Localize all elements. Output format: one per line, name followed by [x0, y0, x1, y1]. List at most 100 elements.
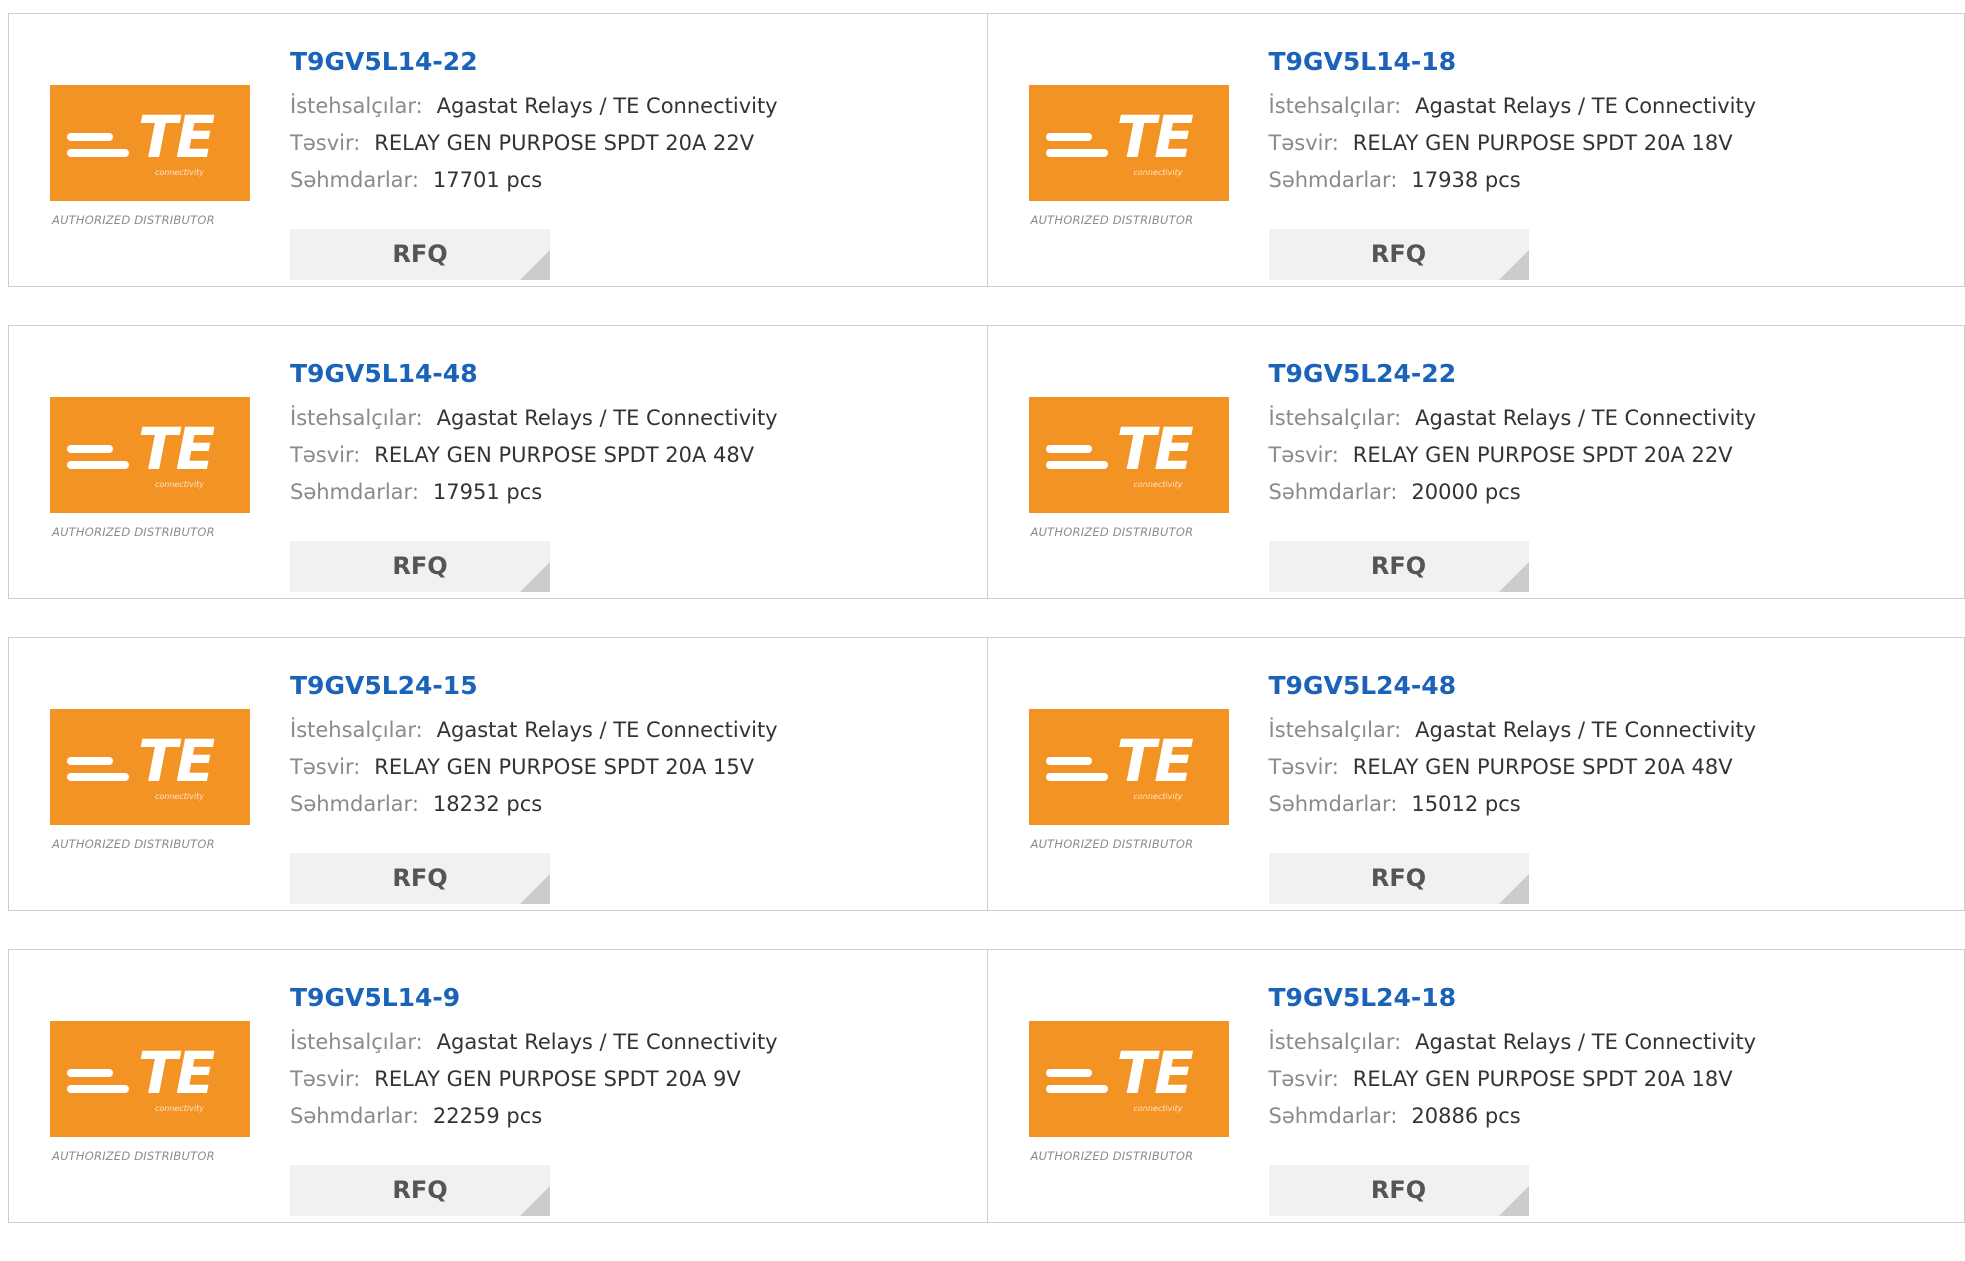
rfq-button[interactable]: RFQ: [290, 229, 550, 280]
part-number-link[interactable]: T9GV5L24-18: [1269, 982, 1757, 1014]
manufacturer-value: Agastat Relays / TE Connectivity: [436, 406, 778, 430]
manufacturer-label: İstehsalçılar:: [290, 718, 423, 742]
manufacturer-line: İstehsalçılar: Agastat Relays / TE Connec…: [1269, 88, 1757, 125]
product-card: TE connectivity AUTHORIZED DISTRIBUTOR T…: [9, 950, 987, 1222]
product-info: T9GV5L24-15 İstehsalçılar: Agastat Relays…: [290, 670, 778, 904]
part-number-link[interactable]: T9GV5L24-15: [290, 670, 778, 702]
stock-value: 18232 pcs: [432, 792, 543, 816]
te-logo: TE connectivity AUTHORIZED DISTRIBUTOR: [50, 85, 250, 232]
rfq-button[interactable]: RFQ: [1268, 853, 1529, 904]
part-number-link[interactable]: T9GV5L14-9: [290, 982, 778, 1014]
corner-triangle-icon: [1498, 874, 1529, 904]
te-logo: TE connectivity AUTHORIZED DISTRIBUTOR: [1028, 397, 1229, 544]
product-info: T9GV5L14-48 İstehsalçılar: Agastat Relays…: [290, 358, 778, 592]
stock-label: Səhmdarlar:: [1268, 168, 1398, 192]
stock-label: Səhmdarlar:: [1268, 792, 1398, 816]
logo-badge: TE connectivity: [1028, 85, 1229, 201]
corner-triangle-icon: [520, 562, 550, 592]
manufacturer-label: İstehsalçılar:: [290, 406, 423, 430]
stock-label: Səhmdarlar:: [290, 792, 419, 816]
stock-value: 20886 pcs: [1411, 1104, 1521, 1128]
logo-subtext: connectivity: [1133, 792, 1183, 801]
rfq-button[interactable]: RFQ: [1268, 1165, 1529, 1216]
product-info: T9GV5L14-18 İstehsalçılar: Agastat Relays…: [1268, 46, 1757, 280]
logo-subtext: connectivity: [1133, 168, 1183, 177]
product-card: TE connectivity AUTHORIZED DISTRIBUTOR T…: [9, 638, 987, 910]
logo-caption: AUTHORIZED DISTRIBUTOR: [52, 1149, 215, 1163]
rfq-label: RFQ: [1370, 240, 1427, 268]
te-logo: TE connectivity AUTHORIZED DISTRIBUTOR: [50, 1021, 250, 1168]
product-card: TE connectivity AUTHORIZED DISTRIBUTOR T…: [986, 950, 1965, 1222]
manufacturer-line: İstehsalçılar: Agastat Relays / TE Connec…: [1269, 712, 1757, 749]
manufacturer-label: İstehsalçılar:: [1268, 718, 1402, 742]
logo-badge: TE connectivity: [50, 397, 250, 513]
logo-badge: TE connectivity: [50, 85, 250, 201]
rfq-label: RFQ: [1370, 1176, 1427, 1204]
te-stripes-icon: [67, 437, 129, 477]
product-info: T9GV5L24-18 İstehsalçılar: Agastat Relays…: [1268, 982, 1757, 1216]
description-line: Təsvir: RELAY GEN PURPOSE SPDT 20A 18V: [1269, 1061, 1757, 1098]
rfq-button[interactable]: RFQ: [1268, 229, 1529, 280]
te-logo: TE connectivity AUTHORIZED DISTRIBUTOR: [1028, 709, 1229, 856]
logo-text: TE: [1116, 1039, 1194, 1107]
manufacturer-label: İstehsalçılar:: [1268, 94, 1402, 118]
logo-subtext: connectivity: [155, 1104, 204, 1113]
part-number-link[interactable]: T9GV5L24-22: [1269, 358, 1757, 390]
product-info: T9GV5L14-22 İstehsalçılar: Agastat Relays…: [290, 46, 778, 280]
part-number-link[interactable]: T9GV5L14-48: [290, 358, 778, 390]
product-card: TE connectivity AUTHORIZED DISTRIBUTOR T…: [9, 14, 987, 286]
stock-label: Səhmdarlar:: [290, 1104, 419, 1128]
rfq-label: RFQ: [392, 240, 448, 268]
logo-text: TE: [138, 103, 215, 171]
product-card: TE connectivity AUTHORIZED DISTRIBUTOR T…: [986, 14, 1965, 286]
description-line: Təsvir: RELAY GEN PURPOSE SPDT 20A 22V: [290, 125, 778, 162]
description-value: RELAY GEN PURPOSE SPDT 20A 48V: [1352, 755, 1733, 779]
description-label: Təsvir:: [290, 755, 361, 779]
rfq-button[interactable]: RFQ: [1268, 541, 1529, 592]
product-row: TE connectivity AUTHORIZED DISTRIBUTOR T…: [8, 13, 1965, 287]
rfq-label: RFQ: [1370, 552, 1427, 580]
logo-caption: AUTHORIZED DISTRIBUTOR: [52, 837, 215, 851]
stock-line: Səhmdarlar: 17701 pcs: [290, 162, 778, 199]
manufacturer-line: İstehsalçılar: Agastat Relays / TE Connec…: [290, 400, 778, 437]
product-card: TE connectivity AUTHORIZED DISTRIBUTOR T…: [986, 638, 1965, 910]
product-info: T9GV5L24-48 İstehsalçılar: Agastat Relays…: [1268, 670, 1757, 904]
logo-text: TE: [138, 415, 215, 483]
part-number-link[interactable]: T9GV5L24-48: [1269, 670, 1757, 702]
part-number-link[interactable]: T9GV5L14-22: [290, 46, 778, 78]
te-stripes-icon: [1045, 749, 1108, 789]
manufacturer-value: Agastat Relays / TE Connectivity: [1415, 1030, 1757, 1054]
te-logo: TE connectivity AUTHORIZED DISTRIBUTOR: [1028, 85, 1229, 232]
rfq-button[interactable]: RFQ: [290, 853, 550, 904]
logo-subtext: connectivity: [155, 168, 204, 177]
manufacturer-line: İstehsalçılar: Agastat Relays / TE Connec…: [1269, 400, 1757, 437]
logo-subtext: connectivity: [1133, 1104, 1183, 1113]
product-info: T9GV5L14-9 İstehsalçılar: Agastat Relays …: [290, 982, 778, 1216]
rfq-button[interactable]: RFQ: [290, 541, 550, 592]
stock-value: 17701 pcs: [432, 168, 543, 192]
te-logo: TE connectivity AUTHORIZED DISTRIBUTOR: [1028, 1021, 1229, 1168]
stock-value: 17951 pcs: [432, 480, 543, 504]
description-line: Təsvir: RELAY GEN PURPOSE SPDT 20A 48V: [290, 437, 778, 474]
part-number-link[interactable]: T9GV5L14-18: [1269, 46, 1757, 78]
logo-badge: TE connectivity: [50, 1021, 250, 1137]
manufacturer-line: İstehsalçılar: Agastat Relays / TE Connec…: [290, 1024, 778, 1061]
te-logo: TE connectivity AUTHORIZED DISTRIBUTOR: [50, 397, 250, 544]
manufacturer-line: İstehsalçılar: Agastat Relays / TE Connec…: [290, 712, 778, 749]
stock-line: Səhmdarlar: 17938 pcs: [1269, 162, 1757, 199]
stock-value: 17938 pcs: [1411, 168, 1521, 192]
manufacturer-line: İstehsalçılar: Agastat Relays / TE Connec…: [290, 88, 778, 125]
rfq-label: RFQ: [392, 552, 448, 580]
stock-line: Səhmdarlar: 20000 pcs: [1269, 474, 1757, 511]
stock-line: Səhmdarlar: 15012 pcs: [1269, 786, 1757, 823]
stock-value: 15012 pcs: [1411, 792, 1521, 816]
logo-badge: TE connectivity: [50, 709, 250, 825]
product-row: TE connectivity AUTHORIZED DISTRIBUTOR T…: [8, 325, 1965, 599]
corner-triangle-icon: [520, 1186, 550, 1216]
description-line: Təsvir: RELAY GEN PURPOSE SPDT 20A 15V: [290, 749, 778, 786]
logo-text: TE: [1116, 103, 1194, 171]
manufacturer-value: Agastat Relays / TE Connectivity: [1415, 718, 1757, 742]
corner-triangle-icon: [520, 250, 550, 280]
rfq-button[interactable]: RFQ: [290, 1165, 550, 1216]
stock-value: 20000 pcs: [1411, 480, 1521, 504]
